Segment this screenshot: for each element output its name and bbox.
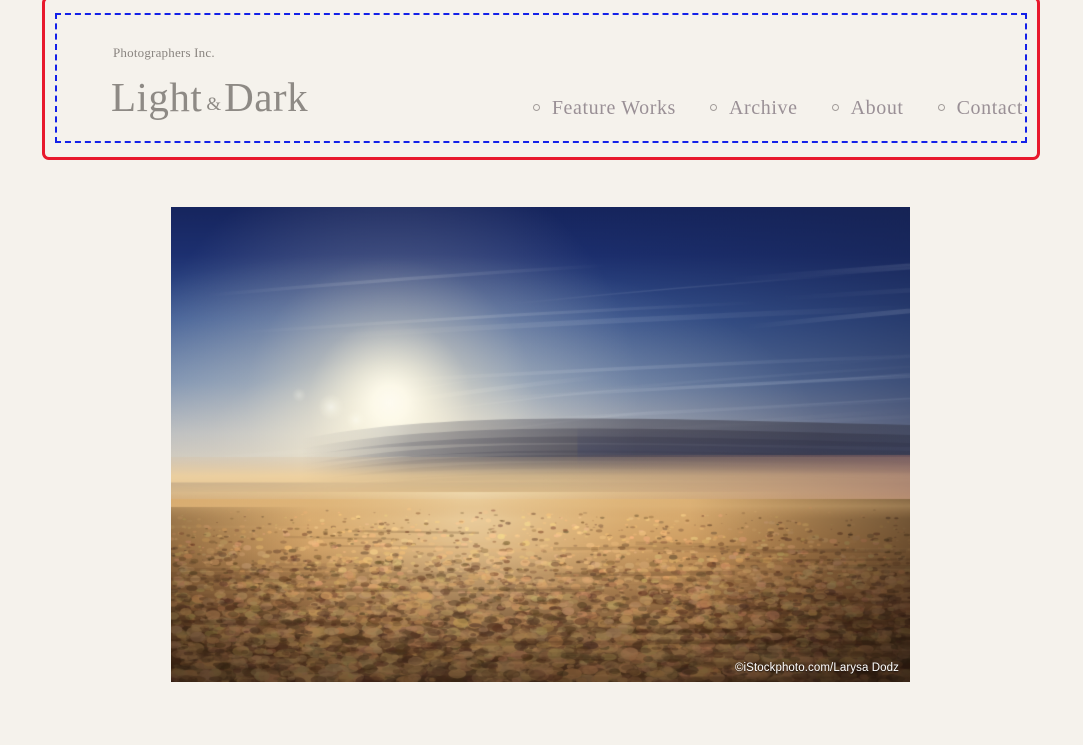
nav-item-contact[interactable]: Contact bbox=[938, 97, 1023, 120]
nav-label: Contact bbox=[957, 97, 1023, 120]
nav-label: Feature Works bbox=[552, 97, 676, 120]
nav-item-about[interactable]: About bbox=[832, 97, 904, 120]
logo-word-light: Light bbox=[111, 74, 202, 120]
header: Photographers Inc. Light &Dark Feature Wo… bbox=[57, 15, 1025, 141]
hero-photo-credit: ©iStockphoto.com/Larysa Dodz bbox=[735, 662, 899, 674]
nav-item-archive[interactable]: Archive bbox=[710, 97, 798, 120]
logo-word-dark: Dark bbox=[224, 74, 308, 120]
circle-bullet-icon bbox=[938, 104, 945, 111]
header-dashed-box: Photographers Inc. Light &Dark Feature Wo… bbox=[55, 13, 1027, 143]
nav-label: About bbox=[851, 97, 904, 120]
nav-label: Archive bbox=[729, 97, 798, 120]
logo-ampersand: & bbox=[202, 94, 224, 115]
site-tagline: Photographers Inc. bbox=[113, 45, 215, 61]
main-navigation: Feature Works Archive About Contact bbox=[533, 97, 1023, 120]
hero-photo-canvas bbox=[171, 207, 910, 682]
header-highlight-box: Photographers Inc. Light &Dark Feature Wo… bbox=[42, 0, 1040, 160]
hero-photo[interactable]: ©iStockphoto.com/Larysa Dodz bbox=[171, 207, 910, 682]
circle-bullet-icon bbox=[832, 104, 839, 111]
nav-item-feature-works[interactable]: Feature Works bbox=[533, 97, 676, 120]
site-logo[interactable]: Light &Dark bbox=[111, 77, 308, 118]
circle-bullet-icon bbox=[533, 104, 540, 111]
circle-bullet-icon bbox=[710, 104, 717, 111]
